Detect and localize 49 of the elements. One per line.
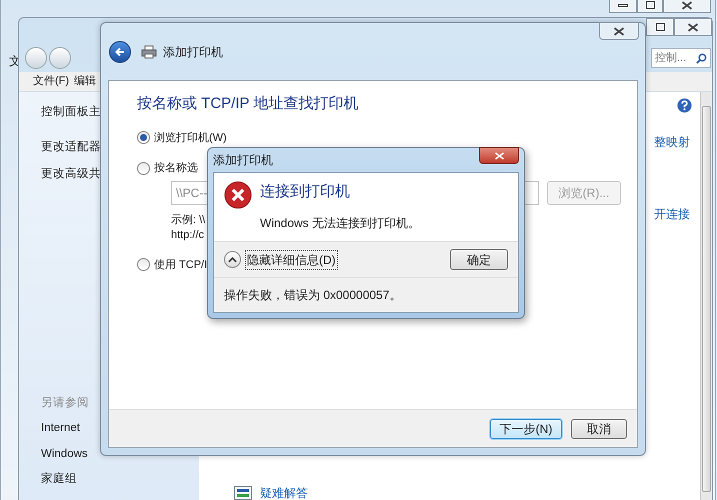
radio-button[interactable] xyxy=(137,258,150,272)
back-arrow-icon xyxy=(114,46,126,58)
see-also-heading: 另请参阅 xyxy=(41,396,89,411)
next-button[interactable]: 下一步(N) xyxy=(490,418,562,438)
search-icon xyxy=(696,52,707,64)
printer-icon xyxy=(141,44,157,58)
example-text: http://c xyxy=(171,228,204,242)
radio-label[interactable]: 使用 TCP/I xyxy=(154,256,208,273)
link[interactable]: 整映射 xyxy=(654,133,690,151)
page-heading: 按名称或 TCP/IP 地址查找打印机 xyxy=(137,94,358,114)
close-icon xyxy=(613,26,625,36)
radio-button[interactable] xyxy=(137,162,150,175)
chevron-up-icon xyxy=(228,256,237,262)
close-button[interactable] xyxy=(599,22,639,40)
sidebar-link[interactable]: 更改高级共 xyxy=(41,166,101,183)
sidebar-link[interactable]: Windows xyxy=(41,446,88,463)
sidebar-link[interactable]: 家庭组 xyxy=(41,470,77,488)
troubleshoot-link[interactable]: 疑难解答 xyxy=(260,484,308,500)
menu-item[interactable]: 编辑 xyxy=(74,73,96,90)
cancel-button[interactable]: 取消 xyxy=(571,418,627,438)
troubleshoot-icon xyxy=(234,486,252,500)
close-icon xyxy=(494,152,504,160)
close-button[interactable] xyxy=(674,18,712,36)
search-field[interactable]: 控制... xyxy=(651,48,711,68)
radio-label[interactable]: 浏览打印机(W) xyxy=(154,130,227,146)
error-heading: 连接到打印机 xyxy=(260,182,351,202)
ok-button[interactable]: 确定 xyxy=(450,249,508,270)
example-text: 示例: \\ xyxy=(171,212,206,228)
link[interactable]: 开连接 xyxy=(654,205,690,223)
radio-label[interactable]: 按名称选 xyxy=(154,160,198,176)
maximize-button[interactable] xyxy=(646,18,674,36)
error-icon xyxy=(224,181,252,209)
sidebar-link[interactable]: 控制面板主 xyxy=(41,104,101,122)
dialog-title: 添加打印机 xyxy=(213,152,273,169)
error-message: Windows 无法连接到打印机。 xyxy=(260,214,420,232)
help-icon[interactable] xyxy=(677,98,692,113)
error-details: 操作失败，错误为 0x00000057。 xyxy=(224,287,402,304)
close-icon xyxy=(681,1,693,10)
radio-button[interactable] xyxy=(137,131,150,144)
close-icon xyxy=(687,22,699,32)
sidebar-link[interactable]: 更改适配器 xyxy=(41,139,101,156)
window-title: 添加打印机 xyxy=(163,44,223,60)
back-button[interactable] xyxy=(109,40,131,62)
details-toggle-label[interactable]: 隐藏详细信息(D) xyxy=(245,250,338,270)
details-toggle[interactable] xyxy=(224,251,241,268)
menu-item[interactable]: 文件(F) xyxy=(33,73,70,90)
close-button[interactable] xyxy=(479,147,519,164)
scrollbar[interactable] xyxy=(700,92,712,500)
sidebar-link[interactable]: Internet xyxy=(41,420,80,438)
